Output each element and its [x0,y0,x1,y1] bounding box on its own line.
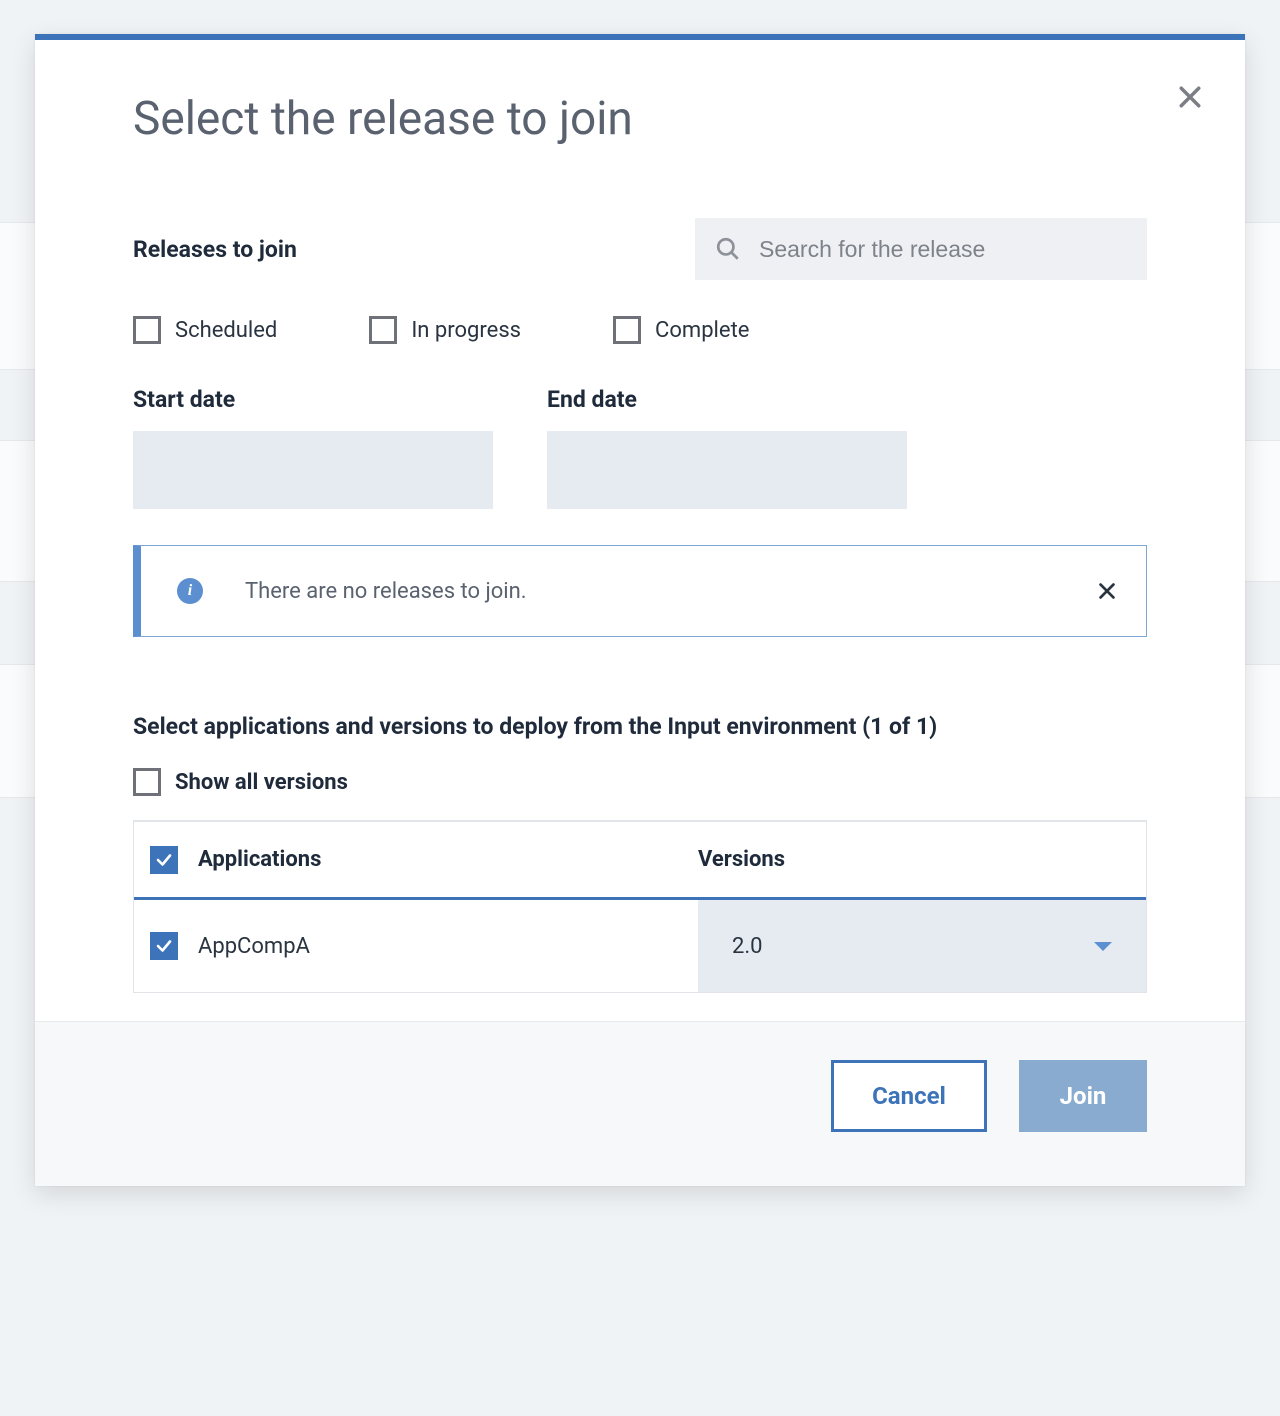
version-selected-value: 2.0 [732,934,763,959]
close-icon[interactable] [1175,82,1205,112]
start-date-input[interactable] [133,431,493,509]
col-versions: Versions [698,847,785,872]
modal-select-release: Select the release to join Releases to j… [35,34,1245,1186]
checkbox-icon [133,316,161,344]
modal-footer: Cancel Join [35,1021,1245,1186]
filter-in-progress-label: In progress [411,318,521,343]
filter-complete-label: Complete [655,318,749,343]
table-row: AppCompA 2.0 [134,900,1146,992]
start-date-label: Start date [133,386,493,413]
version-select[interactable]: 2.0 [698,900,1146,992]
show-all-versions-label: Show all versions [175,770,348,795]
checkbox-icon [133,768,161,796]
join-button[interactable]: Join [1019,1060,1147,1132]
checkbox-icon [369,316,397,344]
end-date-input[interactable] [547,431,907,509]
info-banner-text: There are no releases to join. [245,579,1096,604]
applications-table: Applications Versions AppCompA [133,820,1147,993]
app-name-cell: AppCompA [198,934,698,959]
releases-to-join-label: Releases to join [133,236,297,263]
col-applications: Applications [198,847,698,872]
info-banner: i There are no releases to join. [133,545,1147,637]
search-release-field[interactable] [695,218,1147,280]
checkmark-icon [155,851,173,869]
end-date-label: End date [547,386,907,413]
filter-complete-checkbox[interactable]: Complete [613,316,749,344]
show-all-versions-checkbox[interactable]: Show all versions [133,768,1147,796]
chevron-down-icon [1094,942,1112,951]
banner-close-icon[interactable] [1096,580,1118,602]
checkbox-icon [613,316,641,344]
search-icon [715,236,741,262]
apps-heading: Select applications and versions to depl… [133,713,1147,740]
select-all-apps-checkbox[interactable] [150,846,178,874]
filter-scheduled-checkbox[interactable]: Scheduled [133,316,277,344]
filter-scheduled-label: Scheduled [175,318,277,343]
filter-in-progress-checkbox[interactable]: In progress [369,316,521,344]
app-row-checkbox[interactable] [150,932,178,960]
search-input[interactable] [759,236,1127,263]
cancel-button[interactable]: Cancel [831,1060,987,1132]
modal-title: Select the release to join [133,92,1147,146]
info-icon: i [177,578,203,604]
checkmark-icon [155,937,173,955]
